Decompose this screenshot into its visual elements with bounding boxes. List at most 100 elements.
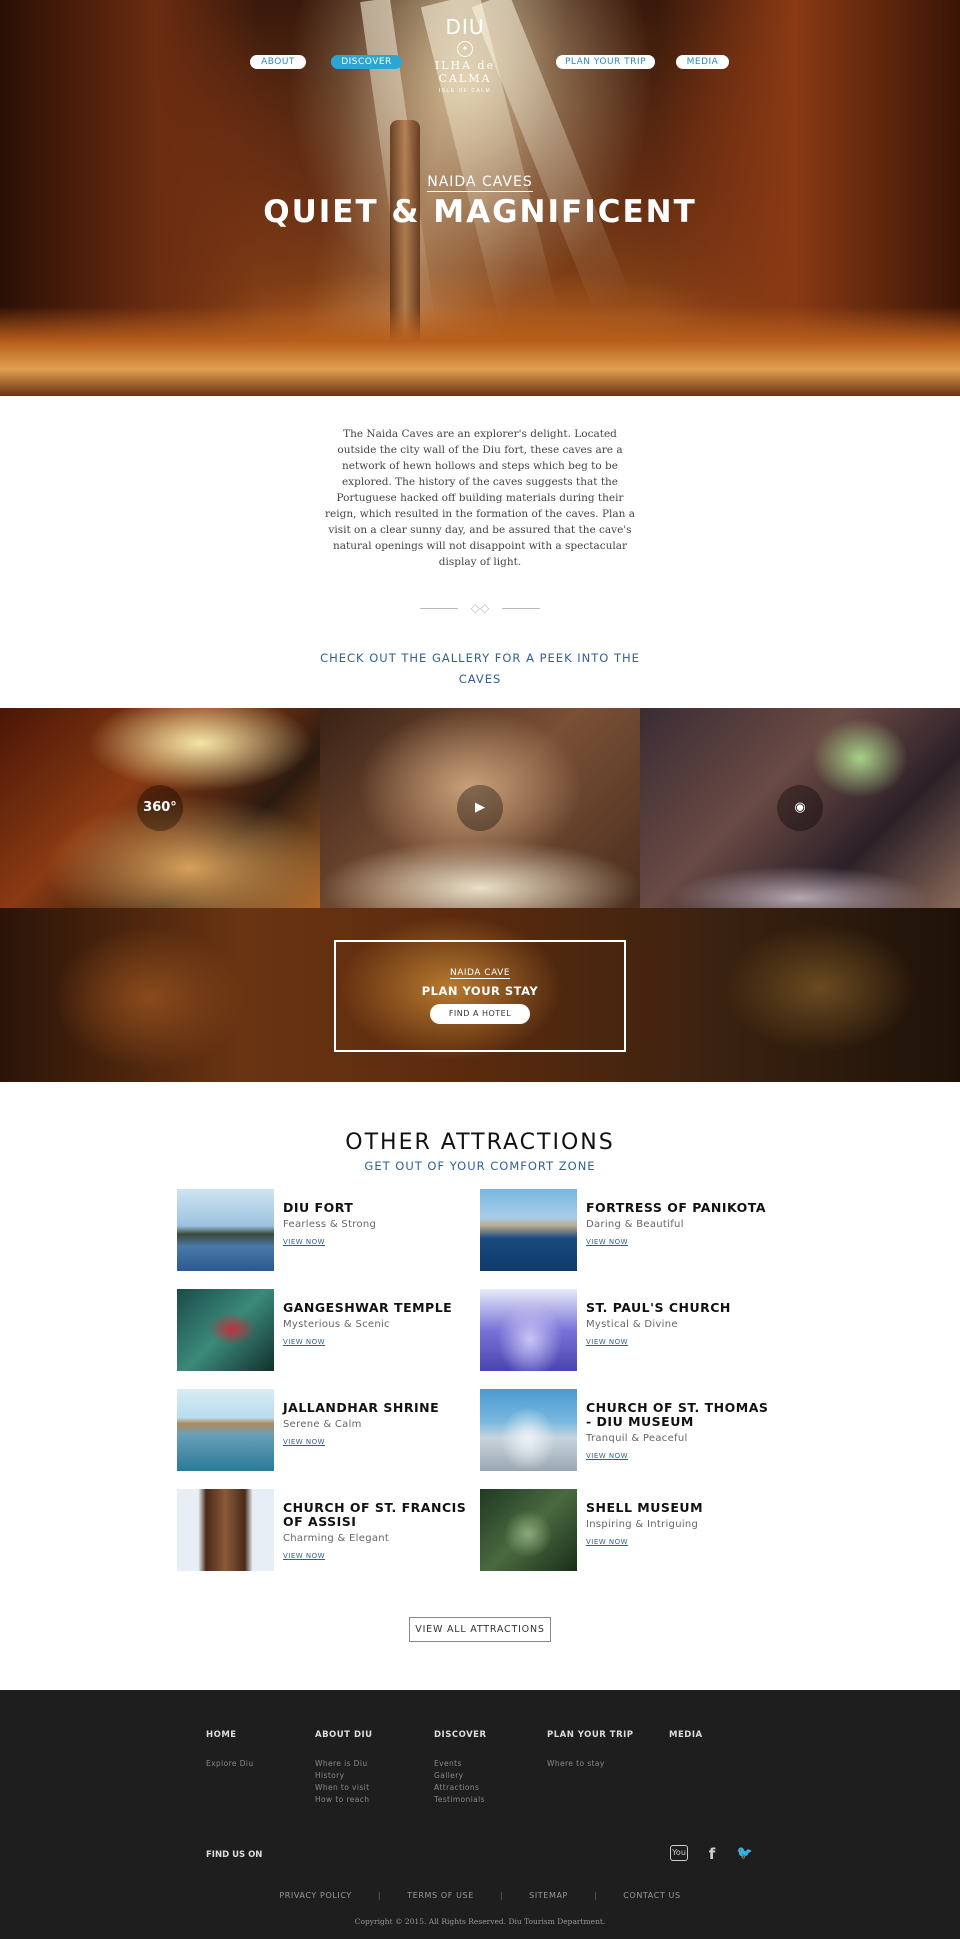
ornament-divider: ◇◇ bbox=[420, 598, 540, 618]
attraction-card-st-thomas[interactable]: CHURCH OF ST. THOMAS - DIU MUSEUM Tranqu… bbox=[480, 1389, 770, 1471]
plan-stay-box: NAIDA CAVE PLAN YOUR STAY FIND A HOTEL bbox=[334, 940, 626, 1052]
attraction-thumbnail[interactable] bbox=[177, 1289, 274, 1371]
logo-tagline: ILHA de CALMA bbox=[434, 59, 496, 85]
footer-link[interactable]: Events bbox=[434, 1758, 487, 1770]
gallery-cta-heading: CHECK OUT THE GALLERY FOR A PEEK INTO TH… bbox=[320, 651, 640, 686]
legal-separator: | bbox=[593, 1891, 598, 1900]
play-icon[interactable]: ▶ bbox=[457, 785, 503, 831]
gallery-strip: 360° ▶ ◉ bbox=[0, 708, 960, 908]
nav-media[interactable]: MEDIA bbox=[676, 55, 729, 69]
attraction-thumbnail[interactable] bbox=[480, 1189, 577, 1271]
view-now-link[interactable]: VIEW NOW bbox=[586, 1238, 628, 1246]
hero-cave-floor bbox=[0, 306, 960, 396]
footer-legal-links: PRIVACY POLICY | TERMS OF USE | SITEMAP | CONT… bbox=[0, 1891, 960, 1900]
attraction-tagline: Inspiring & Intriguing bbox=[586, 1519, 699, 1530]
divider-line-left bbox=[420, 608, 458, 609]
stay-title: PLAN YOUR STAY bbox=[421, 984, 539, 998]
attraction-title[interactable]: SHELL MUSEUM bbox=[586, 1501, 776, 1515]
attraction-thumbnail[interactable] bbox=[480, 1489, 577, 1571]
eye-icon[interactable]: ◉ bbox=[777, 785, 823, 831]
footer-col-discover: DISCOVER Events Gallery Attractions Test… bbox=[434, 1730, 487, 1806]
attractions-title: OTHER ATTRACTIONS bbox=[345, 1130, 615, 1155]
facebook-icon[interactable]: f bbox=[703, 1845, 721, 1863]
attraction-card-panikota[interactable]: FORTRESS OF PANIKOTA Daring & Beautiful … bbox=[480, 1189, 770, 1271]
attraction-card-st-francis[interactable]: CHURCH OF ST. FRANCIS OF ASSISI Charming… bbox=[177, 1489, 467, 1571]
view-now-link[interactable]: VIEW NOW bbox=[283, 1338, 325, 1346]
footer-heading[interactable]: ABOUT DIU bbox=[315, 1730, 373, 1740]
privacy-policy-link[interactable]: PRIVACY POLICY bbox=[279, 1891, 352, 1900]
copyright-text: Copyright © 2015. All Rights Reserved. D… bbox=[354, 1917, 606, 1926]
hero-title: QUIET & MAGNIFICENT bbox=[263, 194, 697, 230]
footer-heading[interactable]: MEDIA bbox=[669, 1730, 703, 1740]
logo-name: DIU bbox=[445, 15, 485, 39]
footer-link[interactable]: Testimonials bbox=[434, 1794, 487, 1806]
view-now-link[interactable]: VIEW NOW bbox=[283, 1552, 325, 1560]
nav-plan-your-trip[interactable]: PLAN YOUR TRIP bbox=[556, 55, 655, 69]
attraction-tagline: Fearless & Strong bbox=[283, 1219, 377, 1230]
footer-link[interactable]: History bbox=[315, 1770, 373, 1782]
logo-subtitle: ISLE OF CALM bbox=[438, 88, 492, 94]
attraction-thumbnail[interactable] bbox=[177, 1189, 274, 1271]
footer-link[interactable]: When to visit bbox=[315, 1782, 373, 1794]
footer-links: Where is Diu History When to visit How t… bbox=[315, 1758, 373, 1806]
attraction-title[interactable]: GANGESHWAR TEMPLE bbox=[283, 1301, 473, 1315]
footer-link[interactable]: How to reach bbox=[315, 1794, 373, 1806]
attraction-title[interactable]: FORTRESS OF PANIKOTA bbox=[586, 1201, 776, 1215]
attraction-card-shell-museum[interactable]: SHELL MUSEUM Inspiring & Intriguing VIEW… bbox=[480, 1489, 770, 1571]
divider-line-right bbox=[502, 608, 540, 609]
footer-col-media: MEDIA bbox=[669, 1730, 703, 1740]
attraction-title[interactable]: JALLANDHAR SHRINE bbox=[283, 1401, 473, 1415]
gallery-tile-video[interactable]: ▶ bbox=[320, 708, 640, 908]
intro-text: The Naida Caves are an explorer's deligh… bbox=[325, 428, 635, 568]
gallery-tile-photo[interactable]: ◉ bbox=[640, 708, 960, 908]
attraction-title[interactable]: CHURCH OF ST. THOMAS - DIU MUSEUM bbox=[586, 1401, 776, 1429]
footer-heading[interactable]: HOME bbox=[206, 1730, 254, 1740]
attraction-title[interactable]: CHURCH OF ST. FRANCIS OF ASSISI bbox=[283, 1501, 473, 1529]
attraction-title[interactable]: DIU FORT bbox=[283, 1201, 473, 1215]
attraction-card-diu-fort[interactable]: DIU FORT Fearless & Strong VIEW NOW bbox=[177, 1189, 467, 1271]
view-now-link[interactable]: VIEW NOW bbox=[283, 1238, 325, 1246]
view-now-link[interactable]: VIEW NOW bbox=[586, 1452, 628, 1460]
footer-link[interactable]: Where is Diu bbox=[315, 1758, 373, 1770]
sitemap-link[interactable]: SITEMAP bbox=[529, 1891, 568, 1900]
footer-col-plan: PLAN YOUR TRIP Where to stay bbox=[547, 1730, 634, 1770]
attraction-card-gangeshwar[interactable]: GANGESHWAR TEMPLE Mysterious & Scenic VI… bbox=[177, 1289, 467, 1371]
footer-heading[interactable]: PLAN YOUR TRIP bbox=[547, 1730, 634, 1740]
attraction-tagline: Tranquil & Peaceful bbox=[586, 1433, 688, 1444]
nav-about[interactable]: ABOUT bbox=[250, 55, 306, 69]
footer-link[interactable]: Attractions bbox=[434, 1782, 487, 1794]
footer-link[interactable]: Explore Diu bbox=[206, 1758, 254, 1770]
plan-stay-banner: NAIDA CAVE PLAN YOUR STAY FIND A HOTEL bbox=[0, 908, 960, 1082]
view-all-attractions-button[interactable]: VIEW ALL ATTRACTIONS bbox=[409, 1617, 551, 1642]
attraction-card-st-pauls[interactable]: ST. PAUL'S CHURCH Mystical & Divine VIEW… bbox=[480, 1289, 770, 1371]
view-now-link[interactable]: VIEW NOW bbox=[283, 1438, 325, 1446]
find-us-label: FIND US ON bbox=[206, 1850, 263, 1860]
intro-section: The Naida Caves are an explorer's deligh… bbox=[0, 396, 960, 690]
view-now-link[interactable]: VIEW NOW bbox=[586, 1538, 628, 1546]
terms-of-use-link[interactable]: TERMS OF USE bbox=[407, 1891, 474, 1900]
attraction-thumbnail[interactable] bbox=[177, 1389, 274, 1471]
attractions-subtitle: GET OUT OF YOUR COMFORT ZONE bbox=[364, 1159, 596, 1173]
view-now-link[interactable]: VIEW NOW bbox=[586, 1338, 628, 1346]
youtube-icon[interactable]: You bbox=[670, 1845, 688, 1861]
360-icon[interactable]: 360° bbox=[137, 785, 183, 831]
attraction-card-jallandhar[interactable]: JALLANDHAR SHRINE Serene & Calm VIEW NOW bbox=[177, 1389, 467, 1471]
attraction-thumbnail[interactable] bbox=[177, 1489, 274, 1571]
attraction-title[interactable]: ST. PAUL'S CHURCH bbox=[586, 1301, 776, 1315]
contact-us-link[interactable]: CONTACT US bbox=[623, 1891, 680, 1900]
stay-subtitle: NAIDA CAVE bbox=[449, 968, 511, 979]
site-logo[interactable]: DIU ✦ ILHA de CALMA ISLE OF CALM bbox=[410, 15, 520, 95]
footer-link[interactable]: Where to stay bbox=[547, 1758, 634, 1770]
attraction-tagline: Serene & Calm bbox=[283, 1419, 362, 1430]
gallery-tile-360[interactable]: 360° bbox=[0, 708, 320, 908]
attraction-tagline: Mysterious & Scenic bbox=[283, 1319, 390, 1330]
attraction-thumbnail[interactable] bbox=[480, 1389, 577, 1471]
twitter-icon[interactable]: 🐦 bbox=[736, 1845, 754, 1863]
find-hotel-button[interactable]: FIND A HOTEL bbox=[430, 1004, 530, 1024]
hero-subtitle: NAIDA CAVES bbox=[427, 174, 533, 192]
attraction-thumbnail[interactable] bbox=[480, 1289, 577, 1371]
footer-links: Explore Diu bbox=[206, 1758, 254, 1770]
footer-link[interactable]: Gallery bbox=[434, 1770, 487, 1782]
footer-heading[interactable]: DISCOVER bbox=[434, 1730, 487, 1740]
nav-discover[interactable]: DISCOVER bbox=[331, 55, 402, 69]
